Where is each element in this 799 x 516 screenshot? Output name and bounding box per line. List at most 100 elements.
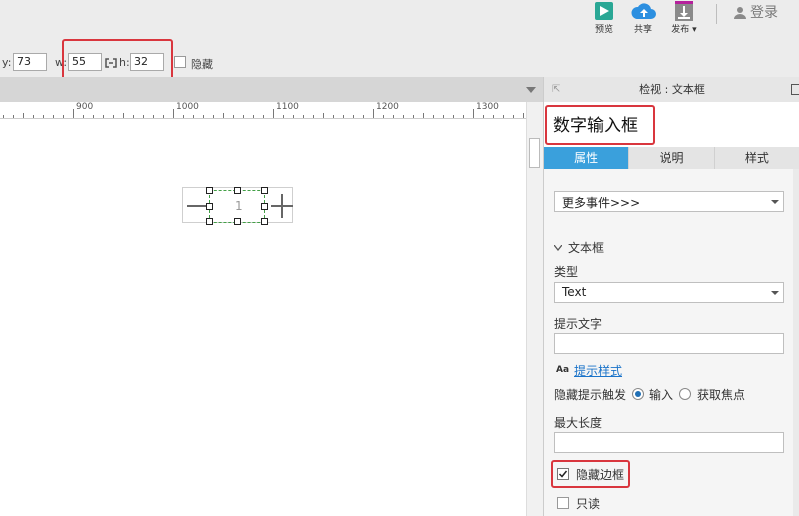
panel-popout-icon[interactable] <box>791 84 799 95</box>
ruler-tick <box>463 115 464 118</box>
ruler-tick <box>513 115 514 118</box>
widget-name-highlight-box <box>545 105 655 145</box>
ruler-tick <box>413 115 414 118</box>
ruler-tick <box>153 115 154 118</box>
ruler-tick <box>333 115 334 118</box>
ruler-tick <box>233 115 234 118</box>
inspector-header: ⇱ 检视 : 文本框 <box>544 77 799 102</box>
resize-handle[interactable] <box>234 187 241 194</box>
login-label: 登录 <box>750 5 778 21</box>
page-menu-caret-icon[interactable] <box>526 87 536 93</box>
ruler-tick <box>43 115 44 118</box>
hide-hint-trigger-label: 隐藏提示触发 <box>554 388 627 402</box>
collapse-arrow-icon[interactable]: ⇱ <box>552 77 560 102</box>
resize-handle[interactable] <box>206 187 213 194</box>
tab-properties[interactable]: 属性 <box>544 147 630 169</box>
max-length-label: 最大长度 <box>554 416 603 430</box>
ruler-tick <box>83 115 84 118</box>
textbox-section-header[interactable]: 文本框 <box>554 239 604 256</box>
ruler-tick <box>393 115 394 118</box>
ruler-tick <box>173 109 174 118</box>
user-icon <box>734 6 746 19</box>
ruler-tick <box>303 115 304 118</box>
ruler-tick <box>343 115 344 118</box>
ruler-tick <box>93 115 94 118</box>
type-select[interactable]: Text <box>554 282 784 303</box>
ruler-tick <box>263 115 264 118</box>
scroll-thumb[interactable] <box>529 138 540 168</box>
ruler-tick <box>143 115 144 118</box>
ruler-mark: 1100 <box>276 102 299 112</box>
more-events-select[interactable]: 更多事件>>> <box>554 191 784 212</box>
ruler-tick <box>433 115 434 118</box>
ruler-tick <box>23 113 24 118</box>
ruler-mark: 1200 <box>376 102 399 112</box>
canvas-vertical-scrollbar[interactable] <box>526 102 543 516</box>
share-button[interactable]: 共享 <box>623 0 663 47</box>
ruler-tick <box>473 109 474 118</box>
ruler-tick <box>443 115 444 118</box>
resize-handle[interactable] <box>206 218 213 225</box>
share-label: 共享 <box>633 25 652 35</box>
ruler-tick <box>163 115 164 118</box>
more-events-label: 更多事件>>> <box>562 196 641 210</box>
radio-focus[interactable] <box>679 388 691 400</box>
resize-handle[interactable] <box>261 187 268 194</box>
ruler-tick <box>353 115 354 118</box>
page-tab-bar <box>0 77 543 102</box>
ruler-tick <box>3 115 4 118</box>
inspector-title: 检视 : 文本框 <box>639 83 705 96</box>
hint-text-input[interactable] <box>554 333 784 354</box>
ruler-tick <box>63 115 64 118</box>
ruler-tick <box>423 113 424 118</box>
ruler-tick <box>253 115 254 118</box>
publish-button[interactable]: 发布 ▾ <box>664 0 704 47</box>
resize-handle[interactable] <box>261 218 268 225</box>
ruler-mark: 1300 <box>476 102 499 112</box>
chevron-down-icon <box>771 291 779 295</box>
hint-text-label: 提示文字 <box>554 317 603 331</box>
ruler-tick <box>483 115 484 118</box>
radio-input[interactable] <box>632 388 644 400</box>
hint-style-link[interactable]: 提示样式 <box>574 362 622 379</box>
readonly-label: 只读 <box>576 497 601 511</box>
ruler-tick <box>403 115 404 118</box>
ruler-tick <box>203 115 204 118</box>
ruler-tick <box>503 115 504 118</box>
ruler-tick <box>293 115 294 118</box>
tab-notes[interactable]: 说明 <box>629 147 715 169</box>
preview-button[interactable]: 预览 <box>584 0 624 47</box>
type-value: Text <box>562 285 587 299</box>
hide-checkbox[interactable] <box>174 56 186 68</box>
play-icon <box>595 2 613 20</box>
readonly-checkbox[interactable] <box>557 497 569 509</box>
hide-label: 隐藏 <box>191 58 213 71</box>
login-button[interactable]: 登录 <box>734 3 778 21</box>
resize-handle[interactable] <box>234 218 241 225</box>
preview-label: 预览 <box>594 25 613 35</box>
ruler-tick <box>453 115 454 118</box>
radio-input-label: 输入 <box>649 388 674 402</box>
tab-style[interactable]: 样式 <box>714 147 799 169</box>
y-input[interactable]: 73 <box>13 53 47 71</box>
inspector-scrollbar[interactable] <box>793 169 799 516</box>
resize-handle[interactable] <box>206 203 213 210</box>
text-style-icon: Aa <box>556 365 570 375</box>
ruler-tick <box>213 115 214 118</box>
section-title: 文本框 <box>568 241 605 255</box>
ruler-tick <box>273 109 274 118</box>
ruler-tick <box>243 115 244 118</box>
ruler-tick <box>193 115 194 118</box>
max-length-input[interactable] <box>554 432 784 453</box>
chevron-down-icon <box>554 244 562 251</box>
ruler-tick <box>13 115 14 118</box>
ruler-tick <box>223 113 224 118</box>
ruler-tick <box>103 115 104 118</box>
ruler-tick <box>523 113 524 118</box>
hide-border-highlight-box <box>551 460 630 488</box>
plus-icon[interactable] <box>271 194 293 218</box>
resize-handle[interactable] <box>261 203 268 210</box>
design-canvas[interactable] <box>0 119 526 516</box>
inspector-tabs: 属性 说明 样式 <box>544 147 799 169</box>
ruler-tick <box>313 115 314 118</box>
